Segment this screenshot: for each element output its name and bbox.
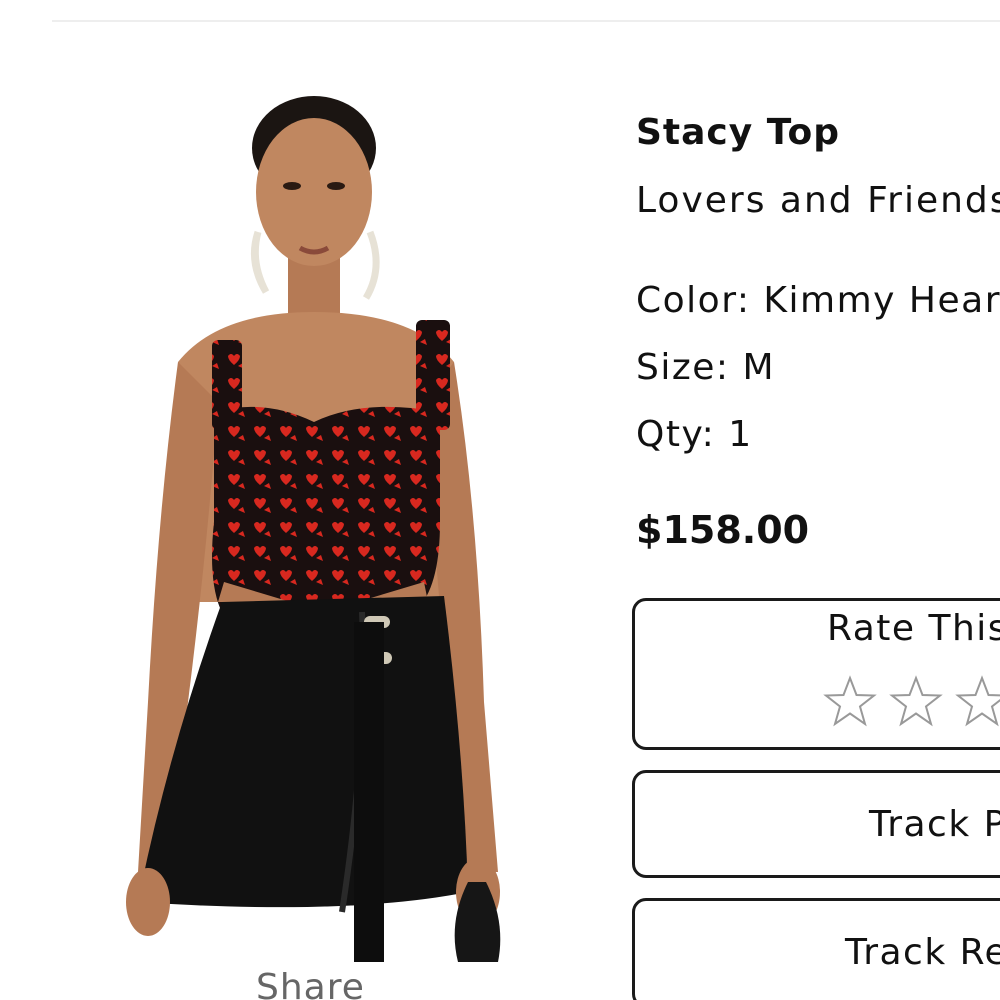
order-item-page: Share Stacy Top Lovers and Friends Color…	[0, 0, 1000, 1000]
track-package-label: Track Package	[869, 804, 1000, 845]
rate-this-item-card: Rate This	[632, 598, 1000, 750]
star-outline-icon[interactable]	[889, 675, 943, 729]
color-attribute: Color: Kimmy Heart	[636, 280, 1000, 321]
star-outline-icon[interactable]	[823, 675, 877, 729]
star-outline-icon[interactable]	[955, 675, 1000, 729]
track-return-button[interactable]: Track Return	[632, 898, 1000, 1000]
share-link[interactable]: Share	[256, 968, 365, 1000]
star-rating[interactable]	[823, 675, 1000, 729]
track-package-button[interactable]: Track Package	[632, 770, 1000, 878]
track-return-label: Track Return	[845, 932, 1000, 973]
quantity-attribute: Qty: 1	[636, 414, 753, 455]
size-attribute: Size: M	[636, 347, 776, 388]
product-photo-illustration	[126, 96, 501, 962]
product-image[interactable]	[118, 62, 538, 962]
product-name[interactable]: Stacy Top	[636, 108, 840, 158]
rate-label: Rate This	[827, 608, 1000, 649]
product-details: Stacy Top Lovers and Friends Color: Kimm…	[632, 0, 1000, 1000]
price: $158.00	[636, 508, 810, 552]
brand-name[interactable]: Lovers and Friends	[636, 176, 1000, 226]
